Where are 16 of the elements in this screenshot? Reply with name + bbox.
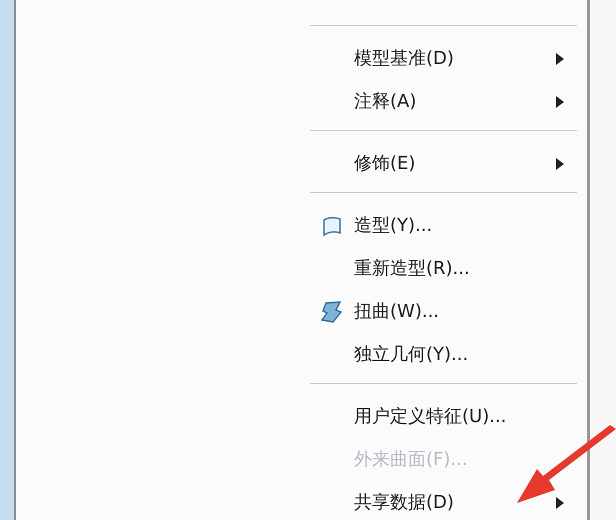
submenu-arrow-icon: [555, 156, 565, 170]
menu-item[interactable]: 模型基准(D): [354, 45, 555, 72]
surface-icon: [321, 214, 343, 236]
menu-item: 外来曲面(F)...: [354, 448, 469, 472]
menu-item[interactable]: 共享数据(D): [354, 489, 555, 516]
submenu-arrow-icon: [555, 496, 565, 510]
submenu-arrow-icon: [555, 94, 565, 108]
menu-item[interactable]: 重新造型(R)...: [354, 255, 577, 282]
warp-icon: [320, 300, 344, 324]
menu-item[interactable]: 用户定义特征(U)...: [354, 403, 577, 430]
menu-item[interactable]: 造型(Y)...: [354, 212, 577, 239]
menu-item[interactable]: 注释(A): [354, 88, 555, 115]
menu-item[interactable]: 独立几何(Y)...: [354, 341, 577, 368]
menu-item[interactable]: 修饰(E): [354, 150, 555, 177]
submenu-arrow-icon: [555, 52, 565, 66]
menu-item[interactable]: 扭曲(W)...: [354, 298, 577, 325]
